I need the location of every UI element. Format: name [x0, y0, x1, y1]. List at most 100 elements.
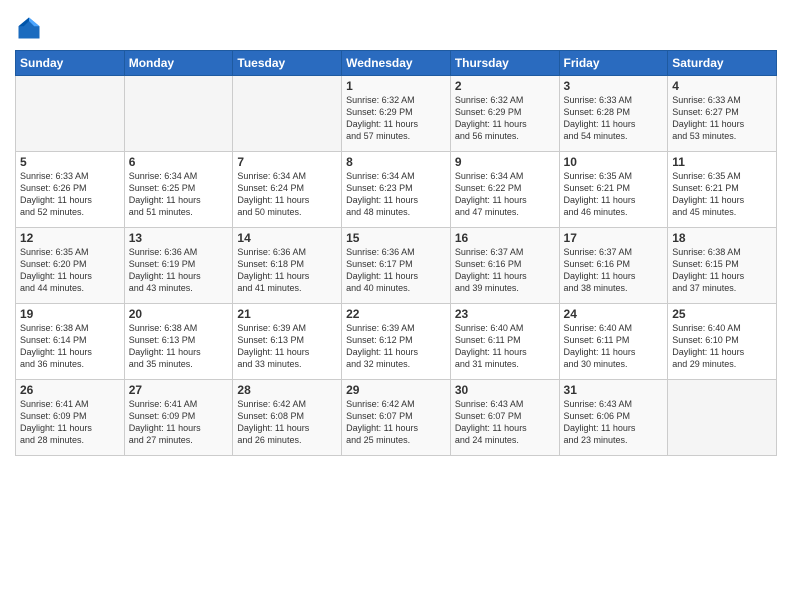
weekday-header-wednesday: Wednesday: [342, 51, 451, 76]
calendar-cell: 12Sunrise: 6:35 AM Sunset: 6:20 PM Dayli…: [16, 228, 125, 304]
weekday-header-friday: Friday: [559, 51, 668, 76]
calendar-cell: 14Sunrise: 6:36 AM Sunset: 6:18 PM Dayli…: [233, 228, 342, 304]
day-info: Sunrise: 6:40 AM Sunset: 6:10 PM Dayligh…: [672, 322, 772, 371]
day-number: 24: [564, 307, 664, 321]
day-info: Sunrise: 6:42 AM Sunset: 6:08 PM Dayligh…: [237, 398, 337, 447]
day-number: 6: [129, 155, 229, 169]
day-info: Sunrise: 6:33 AM Sunset: 6:28 PM Dayligh…: [564, 94, 664, 143]
calendar-cell: 28Sunrise: 6:42 AM Sunset: 6:08 PM Dayli…: [233, 380, 342, 456]
day-info: Sunrise: 6:42 AM Sunset: 6:07 PM Dayligh…: [346, 398, 446, 447]
calendar-cell: [124, 76, 233, 152]
day-number: 25: [672, 307, 772, 321]
day-number: 2: [455, 79, 555, 93]
day-number: 11: [672, 155, 772, 169]
calendar-cell: 9Sunrise: 6:34 AM Sunset: 6:22 PM Daylig…: [450, 152, 559, 228]
day-info: Sunrise: 6:34 AM Sunset: 6:24 PM Dayligh…: [237, 170, 337, 219]
day-number: 12: [20, 231, 120, 245]
calendar-week-row: 19Sunrise: 6:38 AM Sunset: 6:14 PM Dayli…: [16, 304, 777, 380]
header: [15, 10, 777, 42]
day-info: Sunrise: 6:38 AM Sunset: 6:15 PM Dayligh…: [672, 246, 772, 295]
calendar-cell: 21Sunrise: 6:39 AM Sunset: 6:13 PM Dayli…: [233, 304, 342, 380]
day-info: Sunrise: 6:39 AM Sunset: 6:12 PM Dayligh…: [346, 322, 446, 371]
calendar-cell: 22Sunrise: 6:39 AM Sunset: 6:12 PM Dayli…: [342, 304, 451, 380]
day-number: 15: [346, 231, 446, 245]
calendar-cell: 18Sunrise: 6:38 AM Sunset: 6:15 PM Dayli…: [668, 228, 777, 304]
weekday-header-monday: Monday: [124, 51, 233, 76]
day-info: Sunrise: 6:35 AM Sunset: 6:21 PM Dayligh…: [672, 170, 772, 219]
day-number: 23: [455, 307, 555, 321]
day-info: Sunrise: 6:32 AM Sunset: 6:29 PM Dayligh…: [346, 94, 446, 143]
day-number: 14: [237, 231, 337, 245]
day-number: 13: [129, 231, 229, 245]
logo: [15, 14, 45, 42]
day-number: 19: [20, 307, 120, 321]
weekday-header-tuesday: Tuesday: [233, 51, 342, 76]
calendar-cell: 16Sunrise: 6:37 AM Sunset: 6:16 PM Dayli…: [450, 228, 559, 304]
calendar-cell: 24Sunrise: 6:40 AM Sunset: 6:11 PM Dayli…: [559, 304, 668, 380]
calendar-cell: 1Sunrise: 6:32 AM Sunset: 6:29 PM Daylig…: [342, 76, 451, 152]
day-number: 10: [564, 155, 664, 169]
day-info: Sunrise: 6:36 AM Sunset: 6:19 PM Dayligh…: [129, 246, 229, 295]
calendar-cell: 6Sunrise: 6:34 AM Sunset: 6:25 PM Daylig…: [124, 152, 233, 228]
day-info: Sunrise: 6:39 AM Sunset: 6:13 PM Dayligh…: [237, 322, 337, 371]
calendar-cell: [16, 76, 125, 152]
day-info: Sunrise: 6:43 AM Sunset: 6:06 PM Dayligh…: [564, 398, 664, 447]
calendar-cell: 31Sunrise: 6:43 AM Sunset: 6:06 PM Dayli…: [559, 380, 668, 456]
day-info: Sunrise: 6:36 AM Sunset: 6:18 PM Dayligh…: [237, 246, 337, 295]
day-info: Sunrise: 6:34 AM Sunset: 6:22 PM Dayligh…: [455, 170, 555, 219]
day-number: 20: [129, 307, 229, 321]
day-number: 22: [346, 307, 446, 321]
weekday-header-saturday: Saturday: [668, 51, 777, 76]
day-info: Sunrise: 6:36 AM Sunset: 6:17 PM Dayligh…: [346, 246, 446, 295]
day-number: 31: [564, 383, 664, 397]
day-info: Sunrise: 6:43 AM Sunset: 6:07 PM Dayligh…: [455, 398, 555, 447]
calendar-cell: 27Sunrise: 6:41 AM Sunset: 6:09 PM Dayli…: [124, 380, 233, 456]
day-number: 16: [455, 231, 555, 245]
day-info: Sunrise: 6:35 AM Sunset: 6:20 PM Dayligh…: [20, 246, 120, 295]
calendar-cell: 8Sunrise: 6:34 AM Sunset: 6:23 PM Daylig…: [342, 152, 451, 228]
calendar-cell: 20Sunrise: 6:38 AM Sunset: 6:13 PM Dayli…: [124, 304, 233, 380]
day-info: Sunrise: 6:32 AM Sunset: 6:29 PM Dayligh…: [455, 94, 555, 143]
calendar-week-row: 5Sunrise: 6:33 AM Sunset: 6:26 PM Daylig…: [16, 152, 777, 228]
calendar-table: SundayMondayTuesdayWednesdayThursdayFrid…: [15, 50, 777, 456]
calendar-cell: 23Sunrise: 6:40 AM Sunset: 6:11 PM Dayli…: [450, 304, 559, 380]
day-number: 18: [672, 231, 772, 245]
day-info: Sunrise: 6:41 AM Sunset: 6:09 PM Dayligh…: [20, 398, 120, 447]
calendar-cell: 11Sunrise: 6:35 AM Sunset: 6:21 PM Dayli…: [668, 152, 777, 228]
day-number: 8: [346, 155, 446, 169]
day-number: 7: [237, 155, 337, 169]
calendar-cell: 13Sunrise: 6:36 AM Sunset: 6:19 PM Dayli…: [124, 228, 233, 304]
day-info: Sunrise: 6:34 AM Sunset: 6:25 PM Dayligh…: [129, 170, 229, 219]
calendar-week-row: 12Sunrise: 6:35 AM Sunset: 6:20 PM Dayli…: [16, 228, 777, 304]
day-info: Sunrise: 6:40 AM Sunset: 6:11 PM Dayligh…: [564, 322, 664, 371]
day-info: Sunrise: 6:35 AM Sunset: 6:21 PM Dayligh…: [564, 170, 664, 219]
calendar-cell: 19Sunrise: 6:38 AM Sunset: 6:14 PM Dayli…: [16, 304, 125, 380]
calendar-cell: 5Sunrise: 6:33 AM Sunset: 6:26 PM Daylig…: [16, 152, 125, 228]
calendar-cell: 4Sunrise: 6:33 AM Sunset: 6:27 PM Daylig…: [668, 76, 777, 152]
day-number: 9: [455, 155, 555, 169]
weekday-header-sunday: Sunday: [16, 51, 125, 76]
weekday-header-row: SundayMondayTuesdayWednesdayThursdayFrid…: [16, 51, 777, 76]
calendar-cell: 26Sunrise: 6:41 AM Sunset: 6:09 PM Dayli…: [16, 380, 125, 456]
calendar-week-row: 1Sunrise: 6:32 AM Sunset: 6:29 PM Daylig…: [16, 76, 777, 152]
calendar-cell: 25Sunrise: 6:40 AM Sunset: 6:10 PM Dayli…: [668, 304, 777, 380]
day-number: 17: [564, 231, 664, 245]
day-number: 29: [346, 383, 446, 397]
day-number: 1: [346, 79, 446, 93]
day-number: 30: [455, 383, 555, 397]
day-number: 5: [20, 155, 120, 169]
calendar-cell: 3Sunrise: 6:33 AM Sunset: 6:28 PM Daylig…: [559, 76, 668, 152]
day-info: Sunrise: 6:38 AM Sunset: 6:14 PM Dayligh…: [20, 322, 120, 371]
day-number: 27: [129, 383, 229, 397]
day-number: 4: [672, 79, 772, 93]
day-info: Sunrise: 6:40 AM Sunset: 6:11 PM Dayligh…: [455, 322, 555, 371]
day-info: Sunrise: 6:37 AM Sunset: 6:16 PM Dayligh…: [564, 246, 664, 295]
calendar-cell: 17Sunrise: 6:37 AM Sunset: 6:16 PM Dayli…: [559, 228, 668, 304]
logo-icon: [15, 14, 43, 42]
weekday-header-thursday: Thursday: [450, 51, 559, 76]
page: SundayMondayTuesdayWednesdayThursdayFrid…: [0, 0, 792, 612]
calendar-cell: 15Sunrise: 6:36 AM Sunset: 6:17 PM Dayli…: [342, 228, 451, 304]
calendar-cell: 10Sunrise: 6:35 AM Sunset: 6:21 PM Dayli…: [559, 152, 668, 228]
day-info: Sunrise: 6:34 AM Sunset: 6:23 PM Dayligh…: [346, 170, 446, 219]
day-info: Sunrise: 6:33 AM Sunset: 6:26 PM Dayligh…: [20, 170, 120, 219]
